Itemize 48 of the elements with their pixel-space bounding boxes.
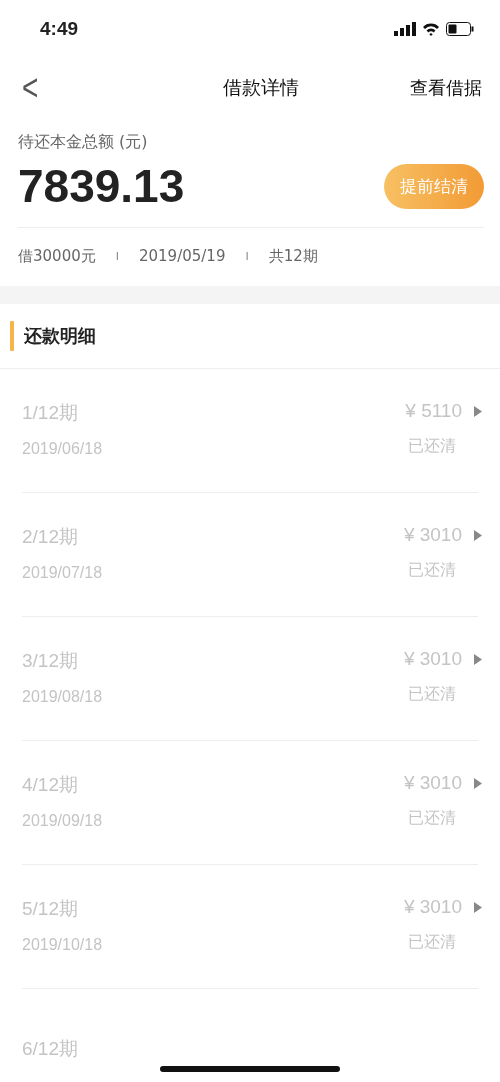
amount-value: 7839.13 bbox=[18, 159, 185, 213]
installment-date: 2019/09/18 bbox=[22, 811, 103, 830]
status-time: 4:49 bbox=[40, 18, 79, 40]
installment-amount: ¥ 3010 bbox=[403, 896, 462, 918]
separator: I bbox=[115, 249, 119, 263]
caret-icon bbox=[474, 901, 482, 913]
battery-icon bbox=[446, 22, 474, 36]
caret-icon bbox=[474, 529, 482, 541]
section-title: 还款明细 bbox=[24, 324, 96, 348]
installment-status: 已还清 bbox=[408, 436, 456, 457]
caret-icon bbox=[474, 653, 482, 665]
wifi-icon bbox=[422, 22, 440, 36]
loan-info: 2019/05/19 bbox=[138, 247, 226, 265]
installment-period: 2/12期 bbox=[22, 524, 79, 549]
installment-date: 2019/10/18 bbox=[22, 935, 103, 954]
installment-amount: ¥ 3010 bbox=[403, 524, 462, 546]
caret-icon bbox=[474, 777, 482, 789]
installment-amount: ¥ 3010 bbox=[403, 648, 462, 670]
separator: I bbox=[245, 249, 249, 263]
page-title: 借款详情 bbox=[223, 75, 300, 100]
section-accent-bar bbox=[10, 321, 14, 351]
installment-row[interactable]: 3/12期 2019/08/18 ¥ 3010 已还清 bbox=[22, 617, 478, 741]
installment-row[interactable]: 5/12期 2019/10/18 ¥ 3010 已还清 bbox=[22, 865, 478, 989]
installment-period: 3/12期 bbox=[22, 648, 79, 673]
installment-date: 2019/08/18 bbox=[22, 687, 103, 706]
installment-period: 5/12期 bbox=[22, 896, 79, 921]
installment-date: 2019/07/18 bbox=[22, 563, 103, 582]
installment-amount: ¥ 3010 bbox=[403, 772, 462, 794]
installment-status: 已还清 bbox=[408, 560, 456, 581]
installment-row[interactable]: 1/12期 2019/06/18 ¥ 5110 已还清 bbox=[22, 369, 478, 493]
installment-status: 已还清 bbox=[408, 808, 456, 829]
caret-icon bbox=[474, 405, 482, 417]
installment-period: 6/12期 bbox=[22, 1036, 78, 1061]
installment-row[interactable]: 4/12期 2019/09/18 ¥ 3010 已还清 bbox=[22, 741, 478, 865]
installment-status: 已还清 bbox=[408, 684, 456, 705]
settle-button[interactable]: 提前结清 bbox=[384, 163, 484, 209]
installment-status: 已还清 bbox=[408, 932, 456, 953]
loan-info: 借30000元 bbox=[18, 246, 96, 266]
loan-info: 共12期 bbox=[268, 246, 318, 266]
installment-amount: ¥ 5110 bbox=[405, 400, 462, 422]
installment-period: 1/12期 bbox=[22, 400, 79, 425]
installment-row[interactable]: 2/12期 2019/07/18 ¥ 3010 已还清 bbox=[22, 493, 478, 617]
view-contract-link[interactable]: 查看借据 bbox=[410, 76, 482, 100]
back-button[interactable]: < bbox=[18, 67, 43, 109]
installment-period: 4/12期 bbox=[22, 772, 79, 797]
installment-date: 2019/06/18 bbox=[22, 439, 103, 458]
amount-label: 待还本金总额 (元) bbox=[18, 132, 148, 151]
signal-icon bbox=[394, 22, 416, 36]
